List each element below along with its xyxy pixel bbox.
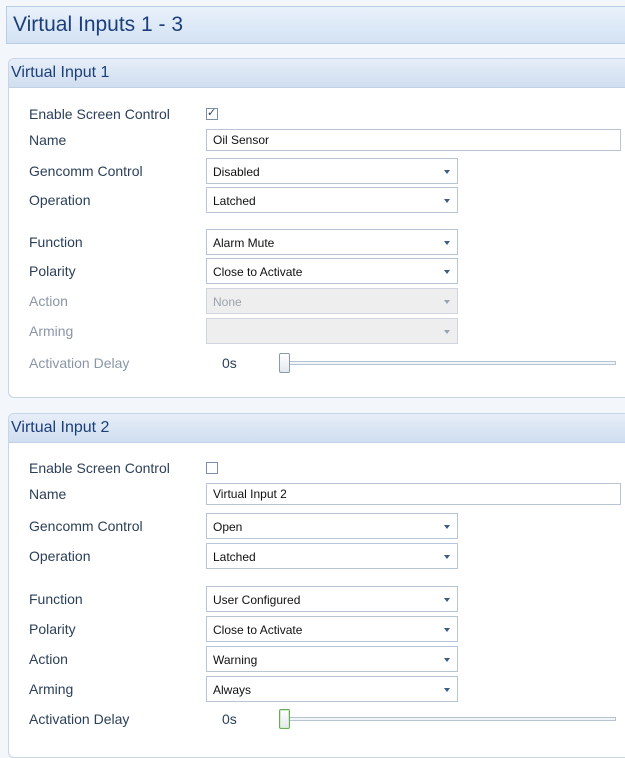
virtual-input-2-group: Virtual Input 2 Enable Screen Control Na…	[8, 413, 625, 758]
select-value: Always	[213, 683, 252, 697]
page-title-bar: Virtual Inputs 1 - 3	[6, 6, 625, 44]
operation-label: Operation	[29, 548, 91, 564]
name-label: Name	[29, 132, 67, 148]
activation-delay-slider-track[interactable]	[286, 361, 616, 365]
action-label: Action	[29, 293, 68, 309]
group-header: Virtual Input 2	[9, 414, 625, 443]
arming-label: Arming	[29, 323, 74, 339]
select-value: None	[213, 295, 242, 309]
arming-label: Arming	[29, 681, 74, 697]
name-label: Name	[29, 486, 67, 502]
chevron-down-icon	[444, 555, 450, 559]
activation-delay-label: Activation Delay	[29, 711, 130, 727]
gencomm-control-label: Gencomm Control	[29, 163, 143, 179]
enable-screen-control-checkbox[interactable]	[206, 462, 218, 474]
group-title: Virtual Input 2	[11, 419, 110, 436]
select-value: Warning	[213, 653, 258, 667]
action-select: None	[206, 288, 458, 314]
polarity-select[interactable]: Close to Activate	[206, 616, 458, 642]
chevron-down-icon	[444, 658, 450, 662]
function-select[interactable]: User Configured	[206, 586, 458, 612]
chevron-down-icon	[444, 300, 450, 304]
polarity-label: Polarity	[29, 263, 76, 279]
activation-delay-slider-thumb[interactable]	[279, 709, 290, 729]
chevron-down-icon	[444, 170, 450, 174]
polarity-select[interactable]: Close to Activate	[206, 258, 458, 284]
name-input[interactable]: Virtual Input 2	[206, 483, 621, 505]
select-value: Disabled	[213, 165, 260, 179]
activation-delay-label: Activation Delay	[29, 355, 130, 371]
action-label: Action	[29, 651, 68, 667]
enable-screen-control-checkbox[interactable]: ✓	[206, 107, 218, 120]
function-label: Function	[29, 234, 83, 250]
activation-delay-value: 0s	[222, 711, 237, 727]
group-title: Virtual Input 1	[11, 64, 110, 81]
operation-select[interactable]: Latched	[206, 543, 458, 569]
activation-delay-slider-thumb[interactable]	[279, 353, 290, 373]
arming-select[interactable]: Always	[206, 676, 458, 702]
chevron-down-icon	[444, 628, 450, 632]
select-value: Latched	[213, 550, 256, 564]
gencomm-control-label: Gencomm Control	[29, 518, 143, 534]
function-label: Function	[29, 591, 83, 607]
group-header: Virtual Input 1	[9, 59, 625, 88]
page-title: Virtual Inputs 1 - 3	[13, 13, 184, 36]
activation-delay-slider-track[interactable]	[286, 717, 616, 721]
name-input[interactable]: Oil Sensor	[206, 129, 621, 151]
gencomm-control-select[interactable]: Disabled	[206, 158, 458, 184]
enable-screen-control-label: Enable Screen Control	[29, 106, 170, 122]
chevron-down-icon	[444, 199, 450, 203]
operation-label: Operation	[29, 192, 91, 208]
select-value: Alarm Mute	[213, 236, 275, 250]
activation-delay-value: 0s	[222, 355, 237, 371]
virtual-input-1-group: Virtual Input 1 Enable Screen Control ✓ …	[8, 58, 625, 398]
chevron-down-icon	[444, 525, 450, 529]
chevron-down-icon	[444, 241, 450, 245]
select-value: Close to Activate	[213, 265, 303, 279]
chevron-down-icon	[444, 270, 450, 274]
select-value: Open	[213, 520, 243, 534]
operation-select[interactable]: Latched	[206, 187, 458, 213]
select-value: Latched	[213, 194, 256, 208]
action-select[interactable]: Warning	[206, 646, 458, 672]
select-value: Close to Activate	[213, 623, 303, 637]
chevron-down-icon	[444, 688, 450, 692]
chevron-down-icon	[444, 598, 450, 602]
gencomm-control-select[interactable]: Open	[206, 513, 458, 539]
arming-select	[206, 318, 458, 344]
chevron-down-icon	[444, 330, 450, 334]
select-value: User Configured	[213, 593, 301, 607]
function-select[interactable]: Alarm Mute	[206, 229, 458, 255]
enable-screen-control-label: Enable Screen Control	[29, 460, 170, 476]
polarity-label: Polarity	[29, 621, 76, 637]
checkmark-icon: ✓	[207, 107, 217, 119]
